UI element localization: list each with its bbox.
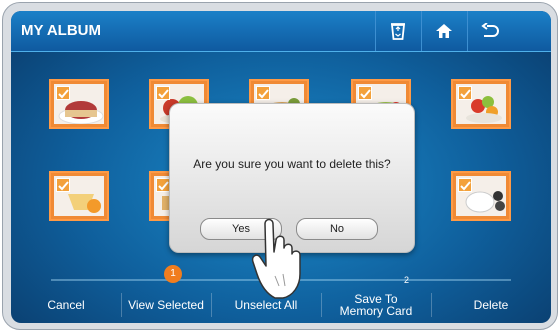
selection-checkbox[interactable] [56, 86, 70, 100]
selection-checkbox[interactable] [256, 86, 270, 100]
page-indicator-next[interactable]: 2 [404, 275, 409, 285]
selection-checkbox[interactable] [156, 178, 170, 192]
photo-thumbnail[interactable] [451, 79, 511, 129]
page-title: MY ALBUM [21, 22, 101, 39]
header-bar: MY ALBUM [11, 11, 551, 52]
device-frame: MY ALBUM 1 2 Cancel View Selected Unsele… [2, 2, 558, 330]
selection-checkbox[interactable] [458, 178, 472, 192]
photo-image [54, 176, 104, 216]
selection-checkbox[interactable] [458, 86, 472, 100]
photo-thumbnail[interactable] [49, 79, 109, 129]
recycle-bin-button[interactable] [375, 11, 420, 51]
selection-checkbox[interactable] [156, 86, 170, 100]
screen: MY ALBUM 1 2 Cancel View Selected Unsele… [11, 11, 551, 323]
dialog-message: Are you sure you want to delete this? [193, 157, 391, 171]
pointing-hand-icon [251, 218, 301, 299]
save-button-line2: Memory Card [339, 304, 413, 318]
photo-thumbnail[interactable] [49, 171, 109, 221]
photo-thumbnail[interactable] [451, 171, 511, 221]
view-selected-button[interactable]: View Selected [121, 287, 211, 323]
delete-button[interactable]: Delete [431, 287, 551, 323]
photo-image [456, 84, 506, 124]
selection-checkbox[interactable] [358, 86, 372, 100]
selection-checkbox[interactable] [56, 178, 70, 192]
photo-image [54, 84, 104, 124]
recycle-bin-icon [390, 23, 406, 40]
save-to-memory-card-button[interactable]: Save To Memory Card [321, 287, 431, 323]
page-indicator-current[interactable]: 1 [164, 265, 182, 283]
home-button[interactable] [421, 11, 466, 51]
photo-image [456, 176, 506, 216]
cancel-button[interactable]: Cancel [11, 287, 121, 323]
back-arrow-icon [481, 23, 499, 37]
back-button[interactable] [467, 11, 512, 51]
home-icon [436, 24, 452, 38]
